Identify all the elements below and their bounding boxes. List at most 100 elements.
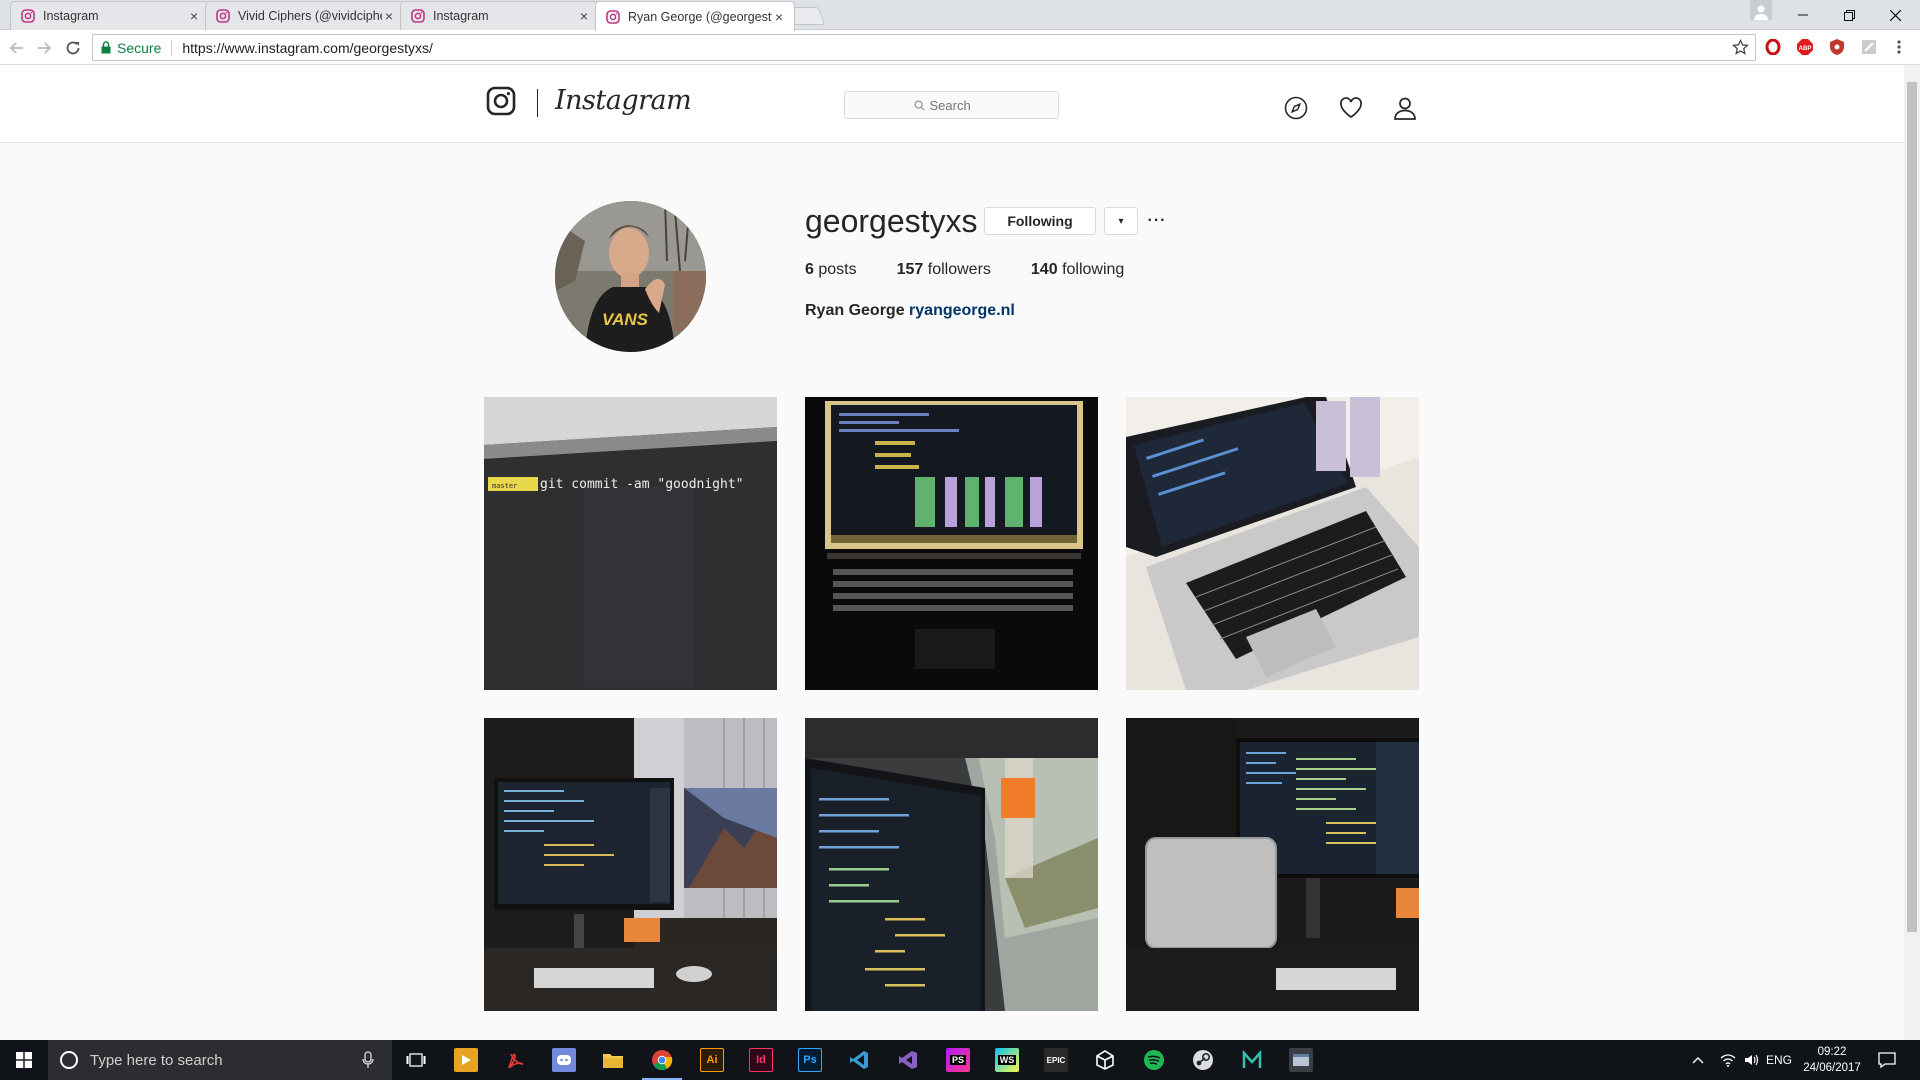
search-box[interactable] — [844, 91, 1059, 119]
browser-tab[interactable]: Instagram × — [10, 1, 210, 30]
instagram-header: Instagram — [0, 65, 1904, 143]
file-explorer-icon[interactable] — [601, 1048, 625, 1072]
vscode-icon[interactable] — [847, 1048, 871, 1072]
tab-title: Vivid Ciphers (@vividciphers) — [238, 9, 382, 23]
maya-icon[interactable] — [1240, 1048, 1264, 1072]
instagram-wordmark[interactable]: Instagram — [555, 85, 692, 116]
post-overlay-text: git commit -am "goodnight" — [540, 477, 744, 492]
posts-label: posts — [818, 261, 857, 278]
clock-date: 24/06/2017 — [1803, 1062, 1861, 1074]
search-icon — [913, 99, 925, 111]
shield-extension-icon[interactable] — [1828, 38, 1846, 56]
url-text[interactable]: https://www.instagram.com/georgestyxs/ — [182, 40, 433, 56]
clock-time: 09:22 — [1817, 1046, 1847, 1058]
reload-icon[interactable] — [62, 37, 84, 59]
svg-text:ABP: ABP — [1799, 46, 1812, 52]
windows-start-icon[interactable] — [0, 1040, 48, 1080]
restore-icon[interactable] — [1826, 0, 1872, 30]
tab-title: Instagram — [43, 9, 99, 23]
followers-stat[interactable]: 157 followers — [897, 261, 991, 279]
profile-stats: 6 posts 157 followers 140 following — [805, 261, 1164, 279]
activity-heart-icon[interactable] — [1338, 95, 1364, 121]
following-label: following — [1062, 261, 1125, 278]
adblock-extension-icon[interactable]: ABP — [1796, 38, 1814, 56]
chrome-icon[interactable] — [650, 1048, 674, 1072]
profile-person-icon[interactable] — [1392, 95, 1418, 121]
forward-icon[interactable] — [33, 37, 55, 59]
photoshop-icon[interactable]: Ps — [798, 1048, 822, 1072]
close-window-icon[interactable] — [1872, 0, 1918, 30]
tab-close-icon[interactable]: × — [187, 8, 201, 24]
chrome-menu-icon[interactable] — [1890, 38, 1908, 56]
action-center-icon[interactable] — [1878, 1040, 1896, 1080]
more-options-icon[interactable]: ··· — [1146, 207, 1168, 235]
tab-strip: Instagram × Vivid Ciphers (@vividciphers… — [0, 0, 1920, 31]
caret-down-icon: ▾ — [1118, 215, 1124, 227]
language-indicator[interactable]: ENG — [1766, 1040, 1792, 1080]
minimize-icon[interactable] — [1780, 0, 1826, 30]
spotify-icon[interactable] — [1142, 1048, 1166, 1072]
app-window-icon[interactable] — [1289, 1048, 1313, 1072]
browser-tab[interactable]: Instagram × — [400, 1, 600, 30]
pdf-extension-icon[interactable] — [1860, 38, 1878, 56]
illustrator-icon[interactable]: Ai — [700, 1048, 724, 1072]
visual-studio-icon[interactable] — [896, 1048, 920, 1072]
browser-tab[interactable]: Vivid Ciphers (@vividciphers) × — [205, 1, 405, 30]
page-scrollbar-thumb[interactable] — [1907, 82, 1917, 932]
back-icon[interactable] — [6, 37, 28, 59]
profile-avatar[interactable]: VANS — [555, 201, 706, 352]
profile-website-link[interactable]: ryangeorge.nl — [909, 302, 1015, 319]
address-bar[interactable]: Secure https://www.instagram.com/georges… — [92, 34, 1756, 61]
post-thumbnail[interactable] — [1126, 718, 1419, 1011]
acrobat-icon[interactable] — [503, 1048, 527, 1072]
media-player-icon[interactable] — [454, 1048, 478, 1072]
webstorm-icon[interactable]: WS — [995, 1048, 1019, 1072]
opera-extension-icon[interactable] — [1764, 38, 1782, 56]
tab-close-icon[interactable]: × — [382, 8, 396, 24]
suggestions-dropdown-button[interactable]: ▾ — [1104, 207, 1138, 235]
bookmark-star-icon[interactable] — [1732, 39, 1749, 56]
logo-divider — [537, 89, 538, 117]
post-thumbnail[interactable] — [1126, 397, 1419, 690]
following-stat[interactable]: 140 following — [1031, 261, 1124, 279]
taskbar-search-placeholder: Type here to search — [90, 1051, 223, 1069]
discord-icon[interactable] — [552, 1048, 576, 1072]
instagram-favicon-icon — [21, 9, 35, 23]
post-branch-label: master — [492, 482, 517, 490]
webstorm-label: WS — [997, 1055, 1017, 1065]
browser-tab-active[interactable]: Ryan George (@georgestyxs) × — [595, 1, 795, 31]
tab-close-icon[interactable]: × — [772, 9, 786, 25]
network-icon[interactable] — [1720, 1040, 1736, 1080]
post-thumbnail[interactable] — [805, 397, 1098, 690]
steam-icon[interactable] — [1191, 1048, 1215, 1072]
indesign-icon[interactable]: Id — [749, 1048, 773, 1072]
unity-icon[interactable] — [1093, 1048, 1117, 1072]
post-thumbnail[interactable] — [805, 718, 1098, 1011]
cortana-icon — [60, 1051, 78, 1069]
search-input[interactable] — [929, 97, 990, 113]
browser-profile-icon[interactable] — [1750, 0, 1772, 20]
browser-toolbar: Secure https://www.instagram.com/georges… — [0, 30, 1920, 65]
volume-icon[interactable] — [1744, 1040, 1760, 1080]
avatar-shirt-text: VANS — [602, 310, 649, 329]
tab-title: Ryan George (@georgestyxs) — [628, 9, 772, 24]
phpstorm-label: PS — [949, 1055, 966, 1065]
posts-count: 6 — [805, 261, 814, 278]
tab-close-icon[interactable]: × — [577, 8, 591, 24]
phpstorm-icon[interactable]: PS — [946, 1048, 970, 1072]
instagram-favicon-icon — [411, 9, 425, 23]
instagram-favicon-icon — [216, 9, 230, 23]
taskbar-search-box[interactable]: Type here to search — [48, 1040, 392, 1080]
task-view-icon[interactable] — [404, 1048, 428, 1072]
taskbar-clock[interactable]: 09:22 24/06/2017 — [1796, 1044, 1868, 1076]
instagram-logo-icon[interactable] — [486, 86, 516, 116]
security-label: Secure — [117, 39, 173, 56]
post-thumbnail[interactable] — [484, 718, 777, 1011]
epic-games-icon[interactable]: EPIC — [1044, 1048, 1068, 1072]
following-button[interactable]: Following — [984, 207, 1096, 235]
explore-compass-icon[interactable] — [1283, 95, 1309, 121]
post-thumbnail[interactable]: master git commit -am "goodnight" — [484, 397, 777, 690]
profile-bio: Ryan George ryangeorge.nl — [805, 302, 1015, 320]
microphone-icon[interactable] — [362, 1051, 374, 1069]
show-hidden-icons[interactable] — [1692, 1040, 1704, 1080]
